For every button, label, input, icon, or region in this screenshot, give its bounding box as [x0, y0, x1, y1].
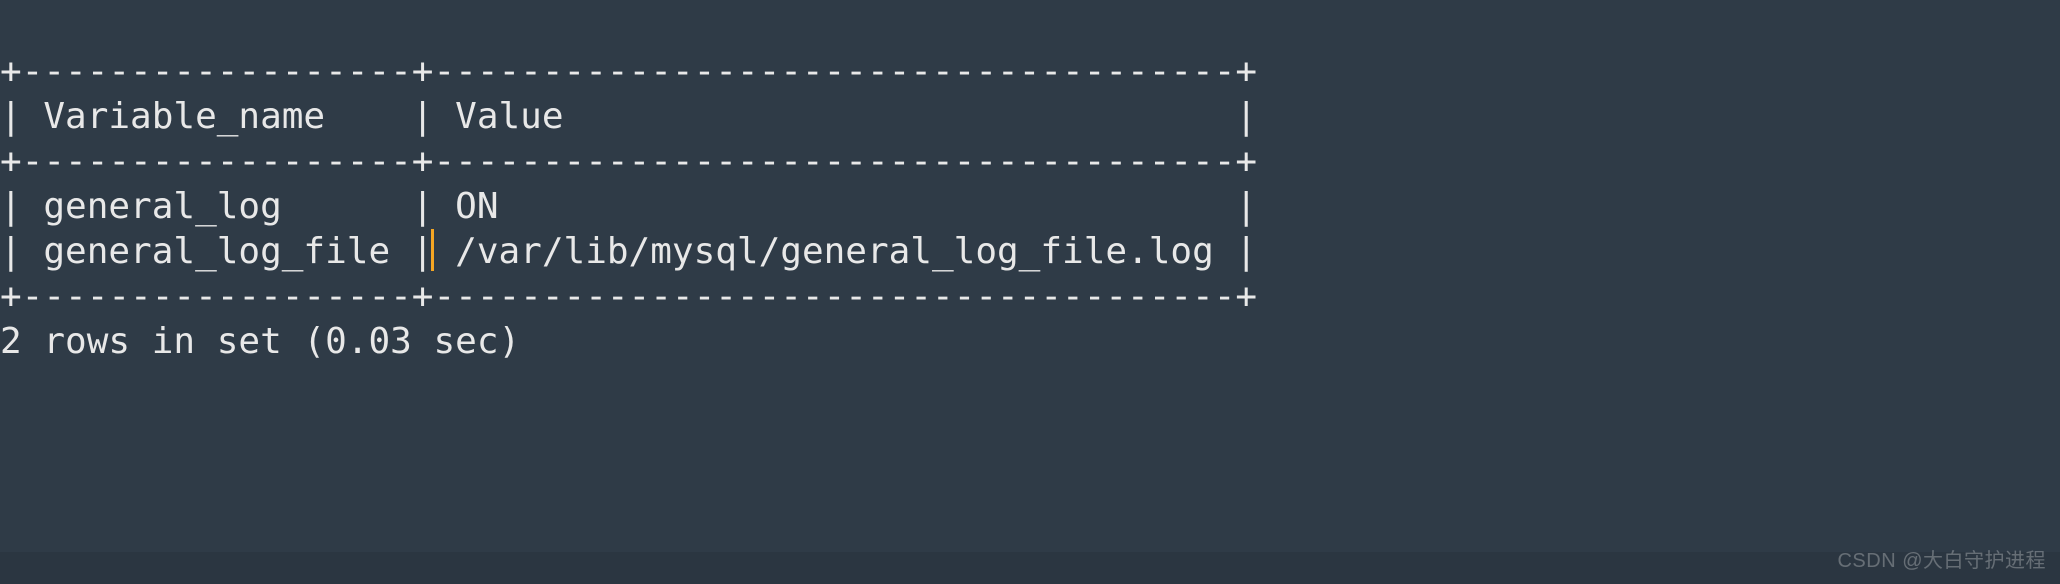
mysql-output: +------------------+--------------------… [0, 0, 2060, 364]
bottom-bar [0, 552, 2060, 584]
table-border-top: +------------------+--------------------… [0, 51, 1257, 92]
table-border-mid: +------------------+--------------------… [0, 141, 1257, 182]
row-cell-right: /var/lib/mysql/general_log_file.log | [433, 231, 1257, 272]
table-border-bot: +------------------+--------------------… [0, 276, 1257, 317]
table-row: | general_log_file | /var/lib/mysql/gene… [0, 231, 1257, 272]
row-cell-left: | general_log_file | [0, 231, 433, 272]
table-row: | general_log | ON | [0, 186, 1257, 227]
table-header-row: | Variable_name | Value | [0, 96, 1257, 137]
terminal-cursor [431, 229, 434, 271]
result-summary: 2 rows in set (0.03 sec) [0, 321, 520, 362]
watermark: CSDN @大白守护进程 [1837, 549, 2046, 574]
